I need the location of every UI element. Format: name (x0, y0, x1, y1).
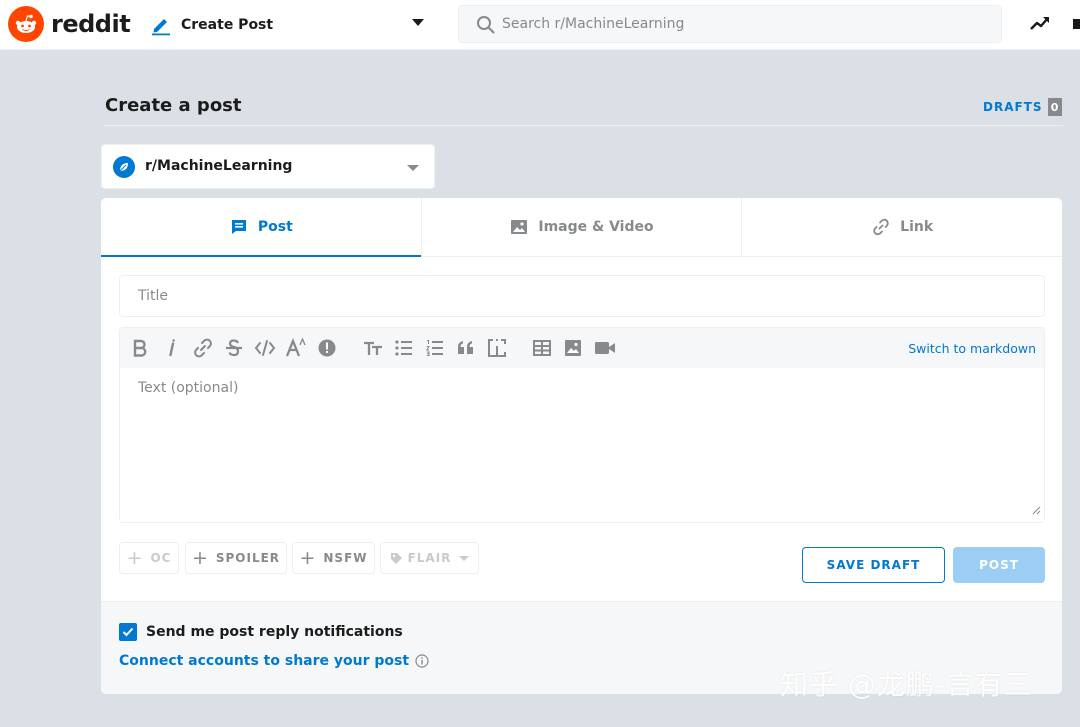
nsfw-tag-label: NSFW (323, 551, 368, 565)
community-name: r/MachineLearning (145, 158, 293, 174)
drafts-count-badge: 0 (1047, 98, 1062, 116)
divider (103, 125, 1063, 126)
tab-post-label: Post (257, 219, 293, 235)
community-select[interactable]: r/MachineLearning (101, 144, 435, 189)
save-draft-button[interactable]: SAVE DRAFT (802, 547, 945, 583)
body-textarea[interactable] (120, 368, 1044, 522)
bold-icon[interactable] (128, 336, 152, 360)
drafts-label: DRAFTS (983, 100, 1043, 114)
table-icon[interactable] (530, 336, 554, 360)
oc-tag-label: OC (150, 551, 172, 565)
watermark-text: 知乎 @龙鹏-言有三 (780, 668, 1034, 701)
tab-post[interactable]: Post (101, 198, 422, 257)
spoiler-tag-button[interactable]: + SPOILER (185, 542, 287, 574)
quote-icon[interactable] (454, 336, 478, 360)
connect-accounts-label: Connect accounts to share your post (119, 653, 410, 669)
chevron-down-icon (412, 19, 424, 26)
plus-icon: + (126, 546, 144, 569)
pencil-icon (150, 14, 172, 36)
chevron-down-icon (459, 555, 470, 561)
drafts-button[interactable]: DRAFTS 0 (983, 98, 1062, 116)
connect-accounts-link[interactable]: Connect accounts to share your post (119, 653, 429, 669)
title-field-wrapper (119, 275, 1045, 317)
post-icon (229, 217, 249, 237)
page-title: Create a post (105, 95, 242, 116)
plus-icon: + (191, 546, 209, 569)
notification-option[interactable]: Send me post reply notifications (119, 623, 403, 641)
code-icon[interactable] (253, 336, 277, 360)
notify-label: Send me post reply notifications (146, 624, 403, 640)
nsfw-tag-button[interactable]: + NSFW (292, 542, 375, 574)
flair-button[interactable]: FLAIR (380, 542, 479, 574)
top-header: reddit Create Post (0, 0, 1080, 50)
tab-image-video[interactable]: Image & Video (422, 198, 743, 256)
info-icon[interactable] (415, 654, 429, 668)
video-icon[interactable] (593, 336, 617, 360)
flair-label: FLAIR (407, 551, 452, 565)
rich-text-editor: Switch to markdown (119, 327, 1045, 523)
spoiler-icon[interactable] (315, 336, 339, 360)
code-block-icon[interactable] (485, 336, 509, 360)
check-icon (122, 627, 134, 637)
strikethrough-icon[interactable] (222, 336, 246, 360)
popular-icon[interactable] (1073, 19, 1080, 29)
tab-image-video-label: Image & Video (538, 219, 654, 235)
image-icon (509, 217, 529, 237)
post-button[interactable]: POST (953, 547, 1045, 583)
oc-tag-button[interactable]: + OC (119, 542, 179, 574)
resize-handle-icon[interactable] (1032, 500, 1041, 519)
search-bar (458, 5, 1002, 43)
tab-link-label: Link (900, 219, 934, 235)
search-icon (477, 16, 495, 34)
link-icon[interactable] (191, 336, 215, 360)
link-icon (871, 217, 891, 237)
create-post-card: Post Image & Video Link Title Switch to … (101, 198, 1062, 694)
superscript-icon[interactable] (284, 336, 308, 360)
reddit-snoo-icon (8, 6, 44, 42)
editor-toolbar: Switch to markdown (120, 328, 1044, 368)
nav-dropdown[interactable]: Create Post (150, 10, 426, 40)
spoiler-tag-label: SPOILER (215, 551, 281, 565)
notify-checkbox[interactable] (119, 623, 137, 641)
post-type-tabs: Post Image & Video Link (101, 198, 1062, 257)
plus-icon: + (299, 546, 317, 569)
tag-icon (390, 552, 403, 565)
search-input[interactable] (502, 6, 982, 42)
community-avatar-icon (113, 156, 135, 178)
image-icon[interactable] (561, 336, 585, 360)
italic-icon[interactable] (160, 336, 184, 360)
heading-icon[interactable] (361, 336, 385, 360)
bulleted-list-icon[interactable] (392, 336, 416, 360)
title-input[interactable] (120, 276, 1044, 316)
numbered-list-icon[interactable] (423, 336, 447, 360)
tab-link[interactable]: Link (742, 198, 1062, 256)
switch-to-markdown-link[interactable]: Switch to markdown (908, 341, 1036, 356)
trending-icon[interactable] (1029, 12, 1051, 38)
reddit-wordmark: reddit (51, 10, 131, 38)
reddit-logo[interactable]: reddit (8, 6, 131, 42)
chevron-down-icon (407, 165, 419, 171)
nav-dropdown-label: Create Post (181, 17, 274, 33)
